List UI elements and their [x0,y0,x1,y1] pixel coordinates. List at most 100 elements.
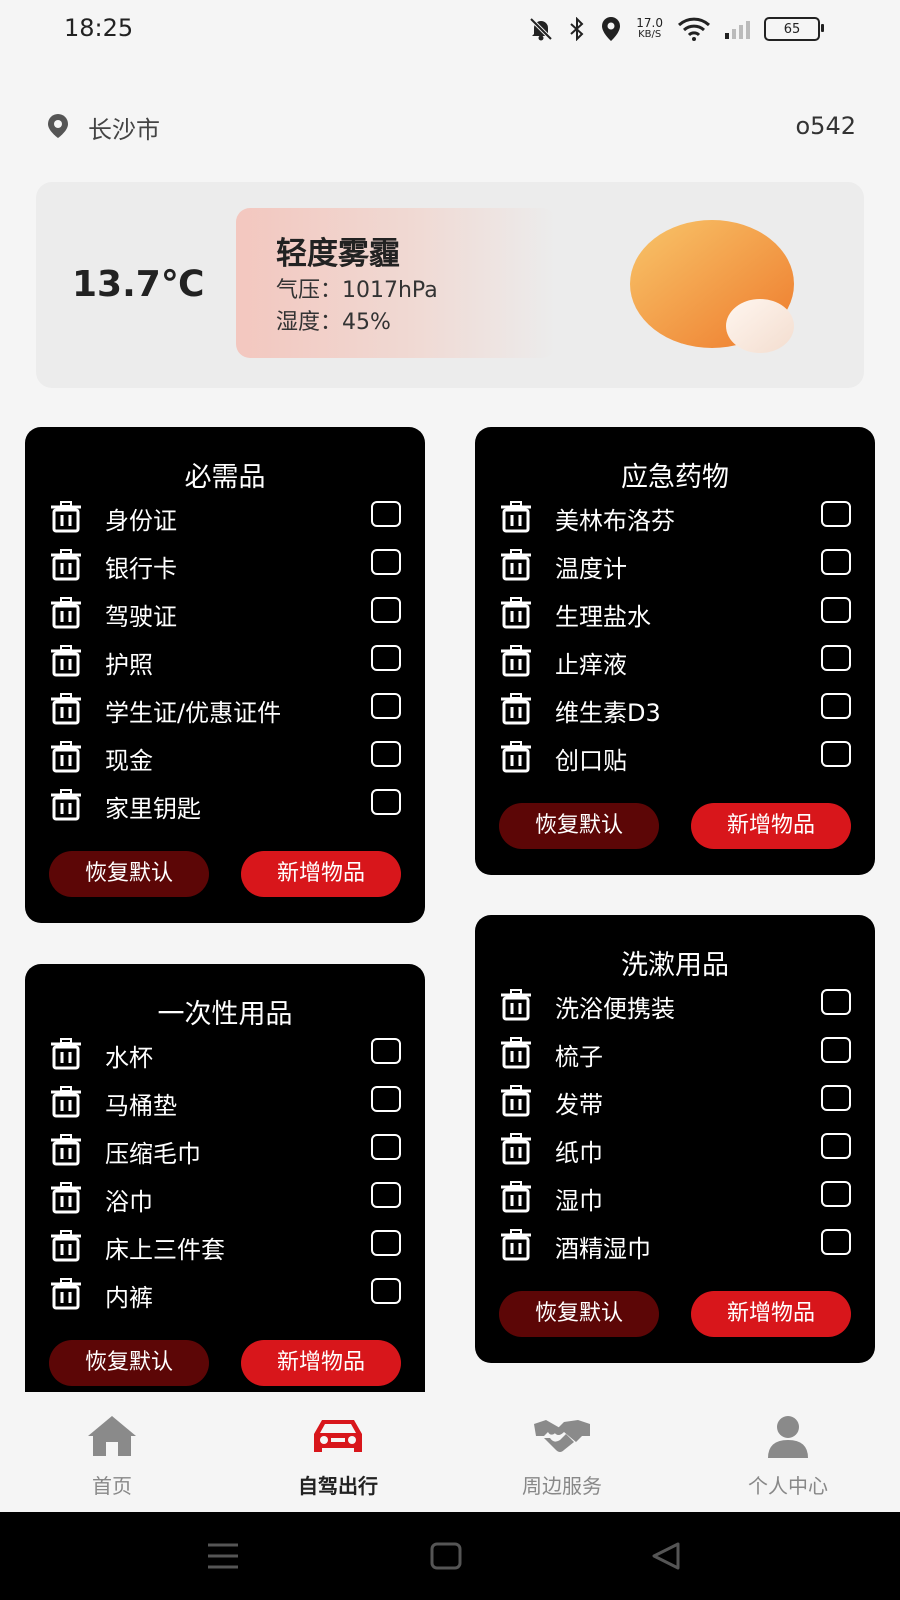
item-checkbox[interactable] [821,597,851,623]
temperature: 13.7℃ [72,264,205,305]
nav-home[interactable]: 首页 [52,1414,172,1499]
menu-icon[interactable] [206,1542,240,1570]
item-checkbox[interactable] [371,645,401,671]
trash-icon[interactable] [499,645,533,677]
item-checkbox[interactable] [371,693,401,719]
back-icon[interactable] [650,1542,682,1570]
item-checkbox[interactable] [371,741,401,767]
item-checkbox[interactable] [371,597,401,623]
status-bar: 18:25 17.0 KB/S 65 [0,0,900,64]
card-title: 洗漱用品 [621,950,729,981]
list-item: 维生素D3 [499,691,851,727]
nav-label: 周边服务 [522,1474,602,1498]
card-disposables: 一次性用品 水杯 马桶垫 压缩毛巾 浴巾 床上三件套 内裤 恢复默认 新增物品 [25,964,425,1392]
list-item: 学生证/优惠证件 [49,691,401,727]
trash-icon[interactable] [49,1230,83,1262]
item-checkbox[interactable] [821,1037,851,1063]
list-item: 创口贴 [499,739,851,775]
item-label: 马桶垫 [105,1092,177,1120]
trash-icon[interactable] [499,1229,533,1261]
list-item: 生理盐水 [499,595,851,631]
item-checkbox[interactable] [371,1134,401,1160]
item-label: 湿巾 [555,1187,603,1215]
trash-icon[interactable] [49,1278,83,1310]
home-square-icon[interactable] [430,1542,462,1570]
trash-icon[interactable] [49,1182,83,1214]
trash-icon[interactable] [49,741,83,773]
item-checkbox[interactable] [371,1230,401,1256]
user-code: o542 [795,112,857,140]
trash-icon[interactable] [499,1037,533,1069]
item-checkbox[interactable] [821,1133,851,1159]
trash-icon[interactable] [499,1181,533,1213]
item-checkbox[interactable] [821,1229,851,1255]
battery-level: 65 [783,21,801,37]
item-checkbox[interactable] [371,1182,401,1208]
item-checkbox[interactable] [821,1181,851,1207]
trash-icon[interactable] [49,1134,83,1166]
trash-icon[interactable] [499,549,533,581]
add-item-button[interactable]: 新增物品 [241,851,401,897]
item-checkbox[interactable] [371,1038,401,1064]
item-label: 温度计 [555,555,627,583]
car-icon [314,1420,362,1452]
card-toiletries: 洗漱用品 洗浴便携装 梳子 发带 纸巾 湿巾 酒精湿巾 恢复默认 新增物品 [475,915,875,1363]
trash-icon[interactable] [499,597,533,629]
trash-icon[interactable] [49,597,83,629]
trash-icon[interactable] [49,549,83,581]
list-item: 美林布洛芬 [499,499,851,535]
list-item: 梳子 [499,1035,851,1071]
add-item-button[interactable]: 新增物品 [241,1340,401,1386]
item-checkbox[interactable] [371,1086,401,1112]
item-checkbox[interactable] [371,549,401,575]
item-checkbox[interactable] [821,693,851,719]
item-label: 压缩毛巾 [105,1140,201,1168]
list-item: 湿巾 [499,1179,851,1215]
trash-icon[interactable] [499,741,533,773]
reset-default-button[interactable]: 恢复默认 [499,1291,659,1337]
nav-profile[interactable]: 个人中心 [728,1414,848,1499]
item-checkbox[interactable] [371,1278,401,1304]
card-title: 必需品 [184,462,266,493]
item-label: 家里钥匙 [105,795,201,823]
item-label: 浴巾 [105,1188,153,1216]
item-checkbox[interactable] [821,501,851,527]
trash-icon[interactable] [499,989,533,1021]
status-time: 18:25 [64,14,134,42]
item-label: 身份证 [105,507,177,535]
nav-nearby-services[interactable]: 周边服务 [502,1414,622,1499]
nav-self-drive[interactable]: 自驾出行 [278,1414,398,1499]
nav-label: 自驾出行 [298,1474,378,1498]
item-label: 洗浴便携装 [555,995,675,1023]
city-label[interactable]: 长沙市 [88,110,160,145]
trash-icon[interactable] [49,645,83,677]
item-label: 银行卡 [105,555,177,583]
item-checkbox[interactable] [821,1085,851,1111]
signal-icon [725,19,750,39]
add-item-button[interactable]: 新增物品 [691,803,851,849]
item-checkbox[interactable] [371,789,401,815]
item-checkbox[interactable] [821,741,851,767]
trash-icon[interactable] [499,501,533,533]
item-checkbox[interactable] [371,501,401,527]
trash-icon[interactable] [499,1133,533,1165]
trash-icon[interactable] [49,693,83,725]
trash-icon[interactable] [49,1086,83,1118]
add-item-button[interactable]: 新增物品 [691,1291,851,1337]
item-label: 梳子 [555,1043,603,1071]
net-speed-unit: KB/S [638,29,662,40]
trash-icon[interactable] [499,693,533,725]
item-checkbox[interactable] [821,989,851,1015]
reset-default-button[interactable]: 恢复默认 [49,1340,209,1386]
location-row: 长沙市 o542 [44,108,856,148]
item-checkbox[interactable] [821,549,851,575]
list-item: 水杯 [49,1036,401,1072]
item-checkbox[interactable] [821,645,851,671]
trash-icon[interactable] [49,1038,83,1070]
reset-default-button[interactable]: 恢复默认 [49,851,209,897]
trash-icon[interactable] [49,501,83,533]
reset-default-button[interactable]: 恢复默认 [499,803,659,849]
trash-icon[interactable] [499,1085,533,1117]
trash-icon[interactable] [49,789,83,821]
item-label: 现金 [105,747,153,775]
